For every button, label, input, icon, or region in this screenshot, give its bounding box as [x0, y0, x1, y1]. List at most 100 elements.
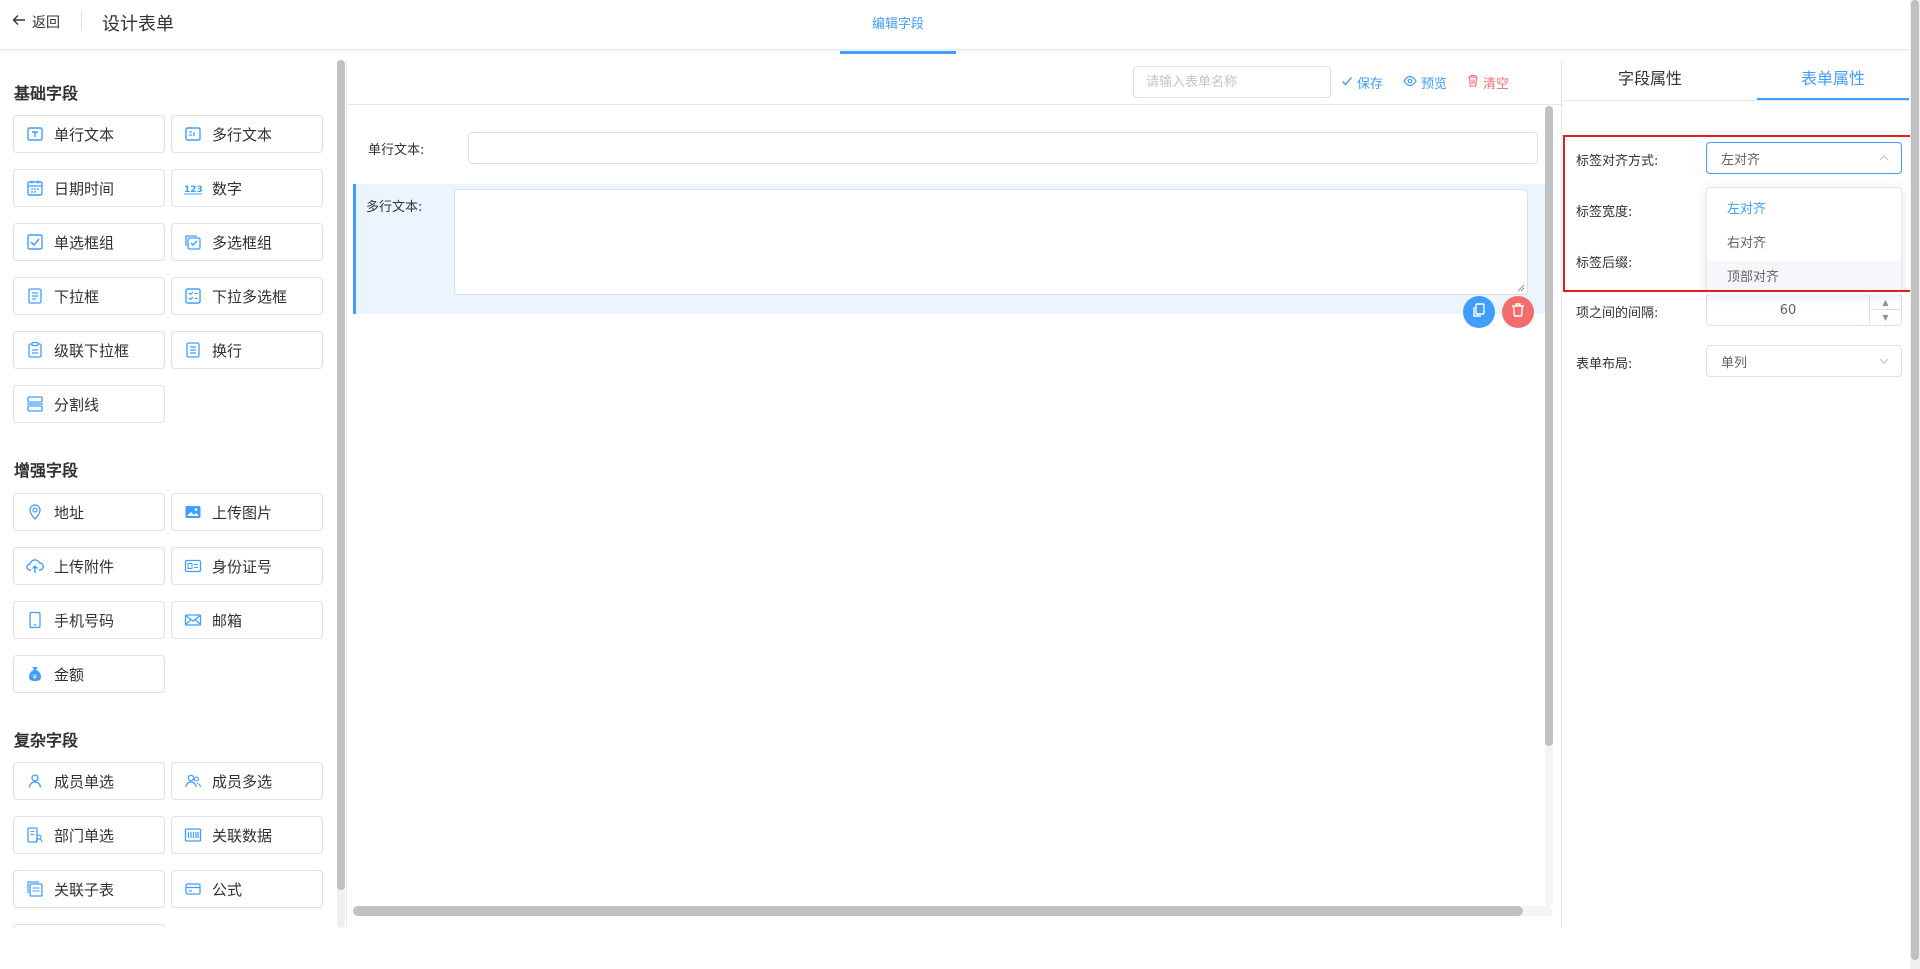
resize-handle-icon[interactable]	[1517, 284, 1525, 292]
image-icon	[184, 503, 202, 521]
mail-icon	[184, 611, 202, 629]
field-datetime[interactable]: 日期时间	[13, 169, 165, 207]
section-title-complex: 复杂字段	[14, 731, 79, 750]
number-spinner[interactable]: ▲ ▼	[1869, 295, 1901, 325]
arrow-left-icon	[12, 13, 26, 31]
trash-icon	[1467, 74, 1479, 91]
increase-icon[interactable]: ▲	[1870, 295, 1901, 310]
field-next-partial[interactable]	[13, 924, 165, 928]
page-title: 设计表单	[102, 14, 174, 35]
field-linked-data[interactable]: 关联数据	[171, 816, 323, 854]
field-email[interactable]: 邮箱	[171, 601, 323, 639]
canvas-field-label-single: 单行文本:	[368, 143, 425, 158]
field-label: 地址	[54, 503, 85, 522]
id-card-icon	[184, 557, 202, 575]
canvas-vertical-scrollbar-thumb[interactable]	[1545, 106, 1553, 746]
tab-edit-fields[interactable]: 编辑字段	[840, 0, 956, 54]
field-label: 部门单选	[54, 826, 115, 845]
textarea-icon	[184, 125, 202, 143]
field-cascader[interactable]: 级联下拉框	[13, 331, 165, 369]
field-label: 邮箱	[212, 611, 243, 630]
field-label: 成员多选	[212, 772, 273, 791]
field-dropdown[interactable]: 下拉框	[13, 277, 165, 315]
window-scrollbar[interactable]	[1910, 0, 1920, 969]
field-member-single[interactable]: 成员单选	[13, 762, 165, 800]
canvas-toolbar: 保存 预览 清空	[347, 60, 1563, 105]
field-mobile[interactable]: 手机号码	[13, 601, 165, 639]
field-label: 换行	[212, 341, 243, 360]
section-title-basic: 基础字段	[14, 84, 79, 103]
user-icon	[26, 772, 44, 790]
delete-field-button[interactable]	[1502, 296, 1534, 328]
header-divider	[81, 12, 82, 30]
align-option-right[interactable]: 右对齐	[1707, 227, 1901, 261]
formula-card-icon	[184, 880, 202, 898]
item-gap-number-input[interactable]: 60 ▲ ▼	[1706, 294, 1902, 326]
label-align-select[interactable]: 左对齐	[1706, 142, 1902, 174]
chevron-up-icon	[1879, 155, 1889, 161]
field-multi-line-text[interactable]: 多行文本	[171, 115, 323, 153]
field-formula[interactable]: 公式	[171, 870, 323, 908]
field-address[interactable]: 地址	[13, 493, 165, 531]
field-amount[interactable]: ¥ 金额	[13, 655, 165, 693]
form-canvas-panel: 保存 预览 清空 单行文本: 多行文本:	[346, 60, 1563, 928]
field-department-single[interactable]: 部门单选	[13, 816, 165, 854]
barcode-icon	[184, 826, 202, 844]
field-label: 多选框组	[212, 233, 273, 252]
field-upload-attachment[interactable]: 上传附件	[13, 547, 165, 585]
field-single-line-text[interactable]: 单行文本	[13, 115, 165, 153]
multi-checkbox-icon	[184, 233, 202, 251]
field-dropdown-multi[interactable]: 下拉多选框	[171, 277, 323, 315]
field-label: 多行文本	[212, 125, 273, 144]
field-label: 公式	[212, 880, 243, 899]
tab-field-properties[interactable]: 字段属性	[1564, 60, 1736, 100]
preview-label: 预览	[1421, 77, 1448, 92]
preview-button[interactable]: 预览	[1403, 73, 1447, 92]
palette-scrollbar[interactable]	[337, 60, 345, 928]
field-radio-group[interactable]: 单选框组	[13, 223, 165, 261]
field-label: 级联下拉框	[54, 341, 130, 360]
canvas-horizontal-scrollbar[interactable]	[353, 906, 1553, 916]
field-divider[interactable]: 分割线	[13, 385, 165, 423]
clipboard-icon	[26, 341, 44, 359]
field-checkbox-group[interactable]: 多选框组	[171, 223, 323, 261]
align-option-top[interactable]: 顶部对齐	[1707, 261, 1901, 295]
save-label: 保存	[1357, 77, 1384, 92]
field-member-multi[interactable]: 成员多选	[171, 762, 323, 800]
tabs-divider	[1564, 100, 1909, 101]
canvas-selected-field-row[interactable]: 多行文本:	[353, 184, 1545, 328]
field-id-number[interactable]: 身份证号	[171, 547, 323, 585]
align-option-left[interactable]: 左对齐	[1707, 193, 1901, 227]
field-label: 成员单选	[54, 772, 115, 791]
mobile-phone-icon	[26, 611, 44, 629]
tab-form-properties[interactable]: 表单属性	[1757, 60, 1909, 100]
window-scrollbar-thumb[interactable]	[1911, 0, 1919, 960]
field-label: 身份证号	[212, 557, 273, 576]
money-bag-icon: ¥	[26, 665, 44, 683]
field-label: 关联子表	[54, 880, 115, 899]
form-layout-value: 单列	[1721, 355, 1748, 371]
back-button[interactable]: 返回	[12, 12, 60, 32]
field-linked-subtable[interactable]: 关联子表	[13, 870, 165, 908]
canvas-multi-line-textarea[interactable]	[454, 189, 1528, 295]
canvas-vertical-scrollbar[interactable]	[1545, 106, 1553, 906]
clear-button[interactable]: 清空	[1467, 73, 1509, 92]
save-button[interactable]: 保存	[1341, 73, 1383, 92]
clear-label: 清空	[1483, 77, 1510, 92]
field-upload-image[interactable]: 上传图片	[171, 493, 323, 531]
top-header: 返回 设计表单 编辑字段	[0, 0, 1909, 54]
canvas-single-line-input[interactable]	[468, 132, 1538, 164]
form-name-input[interactable]	[1133, 66, 1331, 98]
decrease-icon[interactable]: ▼	[1870, 310, 1901, 325]
field-label: 单行文本	[54, 125, 115, 144]
field-label: 单选框组	[54, 233, 115, 252]
form-layout-select[interactable]: 单列	[1706, 345, 1902, 377]
section-title-enhanced: 增强字段	[14, 461, 79, 480]
canvas-horizontal-scrollbar-thumb[interactable]	[353, 906, 1523, 916]
copy-field-button[interactable]	[1463, 296, 1495, 328]
field-label: 下拉多选框	[212, 287, 288, 306]
dropdown-doc-icon	[26, 287, 44, 305]
field-number[interactable]: 123 数字	[171, 169, 323, 207]
palette-scrollbar-thumb[interactable]	[337, 60, 345, 890]
field-line-break[interactable]: 换行	[171, 331, 323, 369]
